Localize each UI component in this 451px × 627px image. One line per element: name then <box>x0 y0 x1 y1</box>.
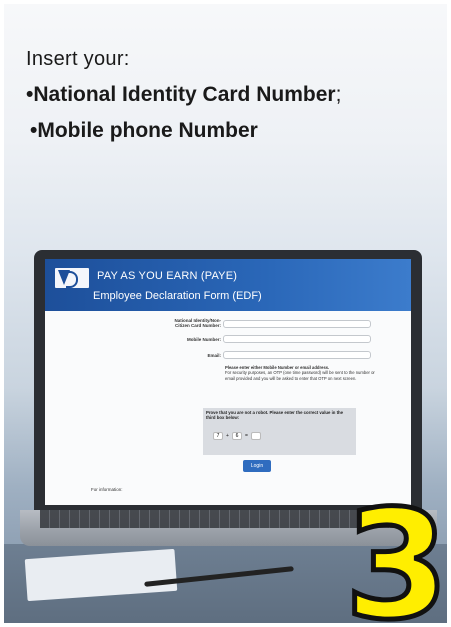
otp-notice-title: Please enter either Mobile Number or ema… <box>225 365 330 370</box>
email-label: Email: <box>207 353 221 358</box>
captcha-equals: = <box>245 433 248 439</box>
laptop-screen: PAY AS YOU EARN (PAYE) Employee Declarat… <box>45 259 411 505</box>
step-number: 3 <box>342 479 447 624</box>
nid-label-line2: Citizen Card Number: <box>174 323 221 328</box>
mobile-input[interactable] <box>223 335 371 343</box>
mobile-label: Mobile Number: <box>186 337 221 342</box>
instructions: Insert your: •National Identity Card Num… <box>26 48 341 143</box>
bullet-mobile: •Mobile phone Number <box>30 119 341 143</box>
bullet-national-id: •National Identity Card Number; <box>26 83 341 107</box>
captcha-prompt: Prove that you are not a robot. Please e… <box>206 410 344 421</box>
app-title: PAY AS YOU EARN (PAYE) <box>97 270 238 282</box>
declaration-form: National Identity/Non- Citizen Card Numb… <box>45 311 411 505</box>
instructions-intro: Insert your: <box>26 48 130 70</box>
email-input[interactable] <box>223 351 371 359</box>
login-button[interactable]: Login <box>243 460 271 472</box>
nid-input[interactable] <box>223 320 371 328</box>
captcha-value-b: 6 <box>232 432 242 440</box>
bullet-national-id-text: National Identity Card Number <box>33 83 336 106</box>
app-header: PAY AS YOU EARN (PAYE) Employee Declarat… <box>45 259 411 311</box>
footer-info: For information: <box>91 487 123 492</box>
promo-card: Insert your: •National Identity Card Num… <box>4 4 447 623</box>
captcha-box: Prove that you are not a robot. Please e… <box>203 408 356 455</box>
bullet-national-id-suffix: ; <box>335 83 342 106</box>
otp-notice-body: For security purposes, an OTP (one time … <box>225 370 375 381</box>
bullet-mobile-text: Mobile phone Number <box>37 119 258 142</box>
captcha-plus: + <box>226 433 229 439</box>
laptop: PAY AS YOU EARN (PAYE) Employee Declarat… <box>34 250 422 512</box>
captcha-value-a: 7 <box>213 432 223 440</box>
mra-logo-icon <box>55 268 89 288</box>
otp-notice: Please enter either Mobile Number or ema… <box>225 365 375 381</box>
app-subtitle: Employee Declaration Form (EDF) <box>93 290 262 302</box>
nid-label: National Identity/Non- Citizen Card Numb… <box>157 318 222 328</box>
captcha-answer-input[interactable] <box>251 432 261 440</box>
